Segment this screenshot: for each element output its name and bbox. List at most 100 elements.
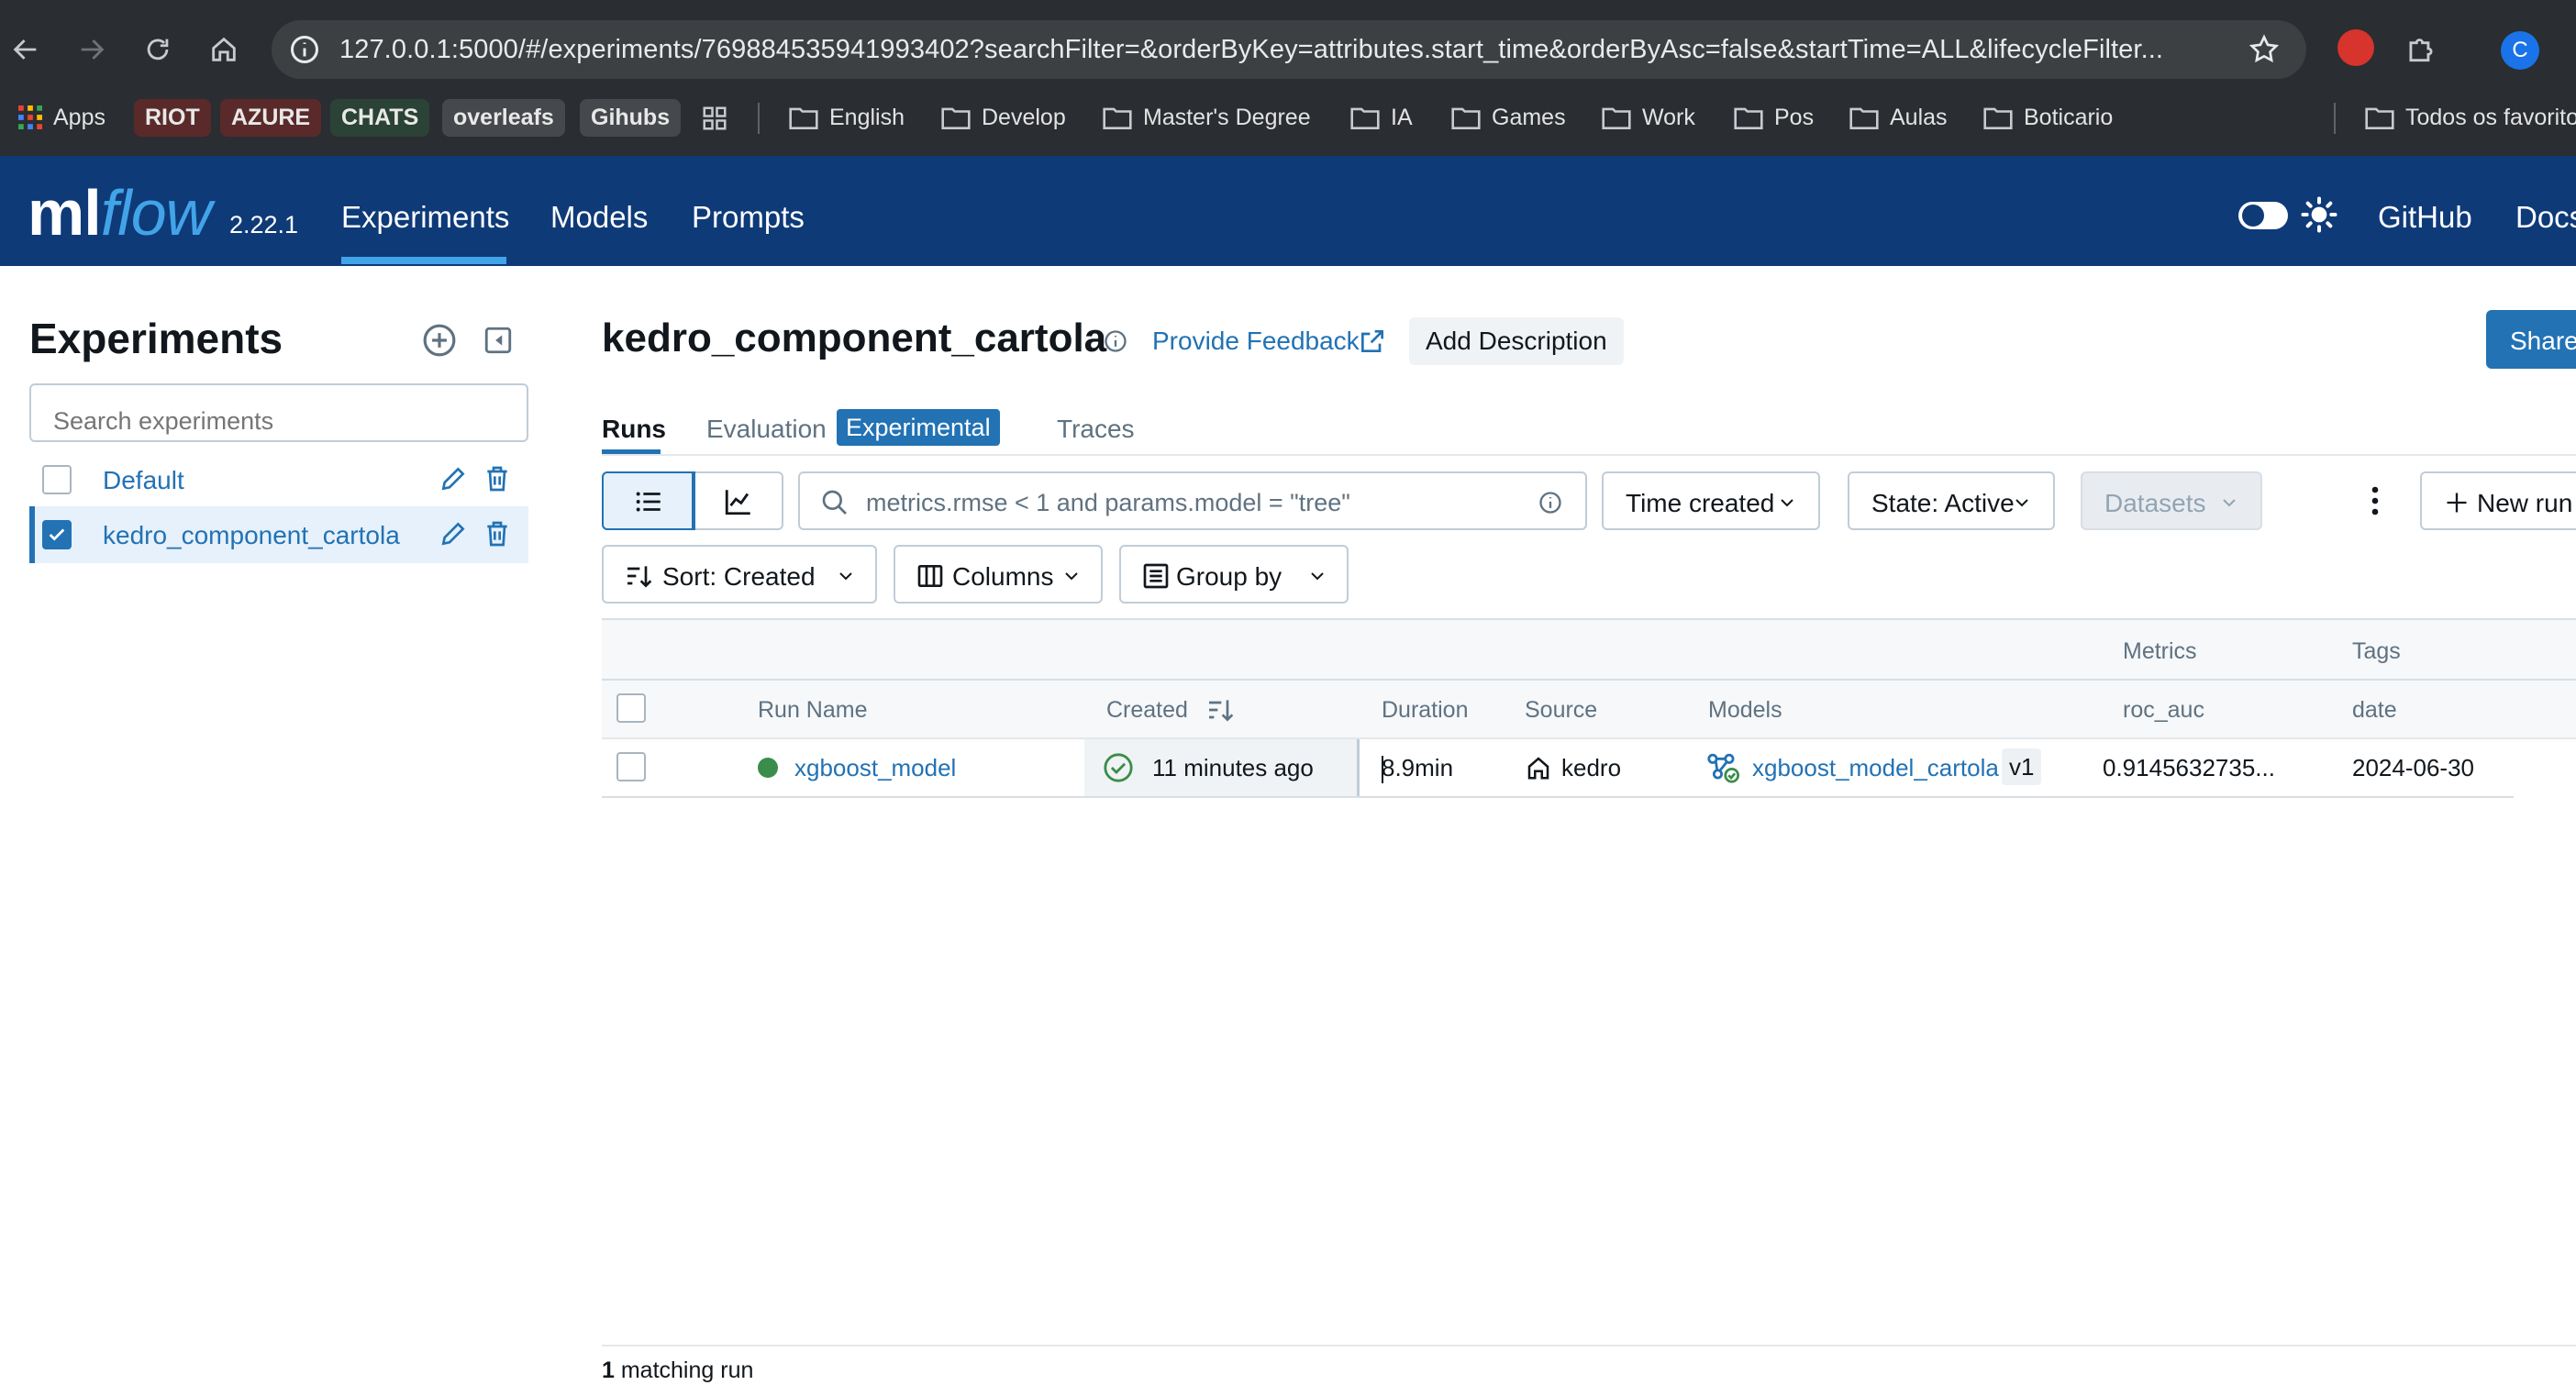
- model-version-badge[interactable]: v1: [2002, 748, 2042, 785]
- bookmark-label: Master's Degree: [1143, 104, 1311, 130]
- bookmark-folder-all[interactable]: Todos os favoritos: [2365, 97, 2576, 138]
- column-header-run-name[interactable]: Run Name: [758, 697, 868, 724]
- dropdown-label: Time created: [1626, 489, 1775, 517]
- dark-mode-toggle[interactable]: [2238, 202, 2288, 229]
- experiment-name[interactable]: kedro_component_cartola: [103, 521, 400, 550]
- bookmark-riot[interactable]: RIOT: [134, 97, 211, 138]
- nav-models[interactable]: Models: [550, 200, 648, 235]
- chevron-down-icon: [1065, 572, 1078, 581]
- add-description-button[interactable]: Add Description: [1409, 317, 1624, 365]
- bookmark-azure[interactable]: AZURE: [220, 97, 322, 138]
- column-header-created[interactable]: Created: [1106, 697, 1188, 724]
- edit-icon[interactable]: [439, 519, 468, 548]
- back-icon[interactable]: [4, 28, 48, 72]
- table-view-button[interactable]: [602, 471, 695, 530]
- profile-avatar[interactable]: C: [2501, 31, 2539, 70]
- folder-icon: [1849, 107, 1879, 129]
- site-info-icon[interactable]: [288, 33, 321, 66]
- nav-experiments[interactable]: Experiments: [341, 200, 509, 235]
- edit-icon[interactable]: [439, 464, 468, 493]
- sort-dropdown[interactable]: Sort: Created: [602, 545, 877, 604]
- new-run-button[interactable]: New run: [2420, 471, 2576, 530]
- share-button[interactable]: Share: [2486, 310, 2576, 369]
- version-label: 2.22.1: [229, 211, 299, 238]
- bookmark-overleafs[interactable]: overleafs: [442, 97, 565, 138]
- delete-icon[interactable]: [483, 519, 512, 548]
- row-divider: [602, 796, 2514, 798]
- mlflow-logo[interactable]: ml flow: [28, 176, 212, 249]
- bookmark-folder-pos[interactable]: Pos: [1734, 97, 1814, 138]
- tab-runs[interactable]: Runs: [602, 415, 666, 444]
- view-mode-toggle: [602, 471, 783, 530]
- chart-view-button[interactable]: [694, 473, 783, 528]
- provide-feedback-link[interactable]: Provide Feedback: [1152, 327, 1360, 356]
- folder-icon: [1734, 107, 1763, 129]
- table-row: xgboost_model 11 minutes ago 8.9min kedr…: [602, 739, 2514, 796]
- group-by-label: Group by: [1176, 562, 1282, 591]
- sort-descending-icon[interactable]: [1205, 695, 1235, 725]
- bookmark-folder-boticario[interactable]: Boticario: [1983, 97, 2113, 138]
- forward-icon[interactable]: [70, 28, 114, 72]
- chevron-down-icon: [1311, 572, 1324, 581]
- experiment-checkbox[interactable]: [42, 465, 72, 494]
- experiment-name[interactable]: Default: [103, 466, 184, 495]
- search-experiments-input[interactable]: [29, 383, 528, 442]
- sidebar-item-kedro-component-cartola[interactable]: kedro_component_cartola: [29, 506, 528, 563]
- bookmark-folder-games[interactable]: Games: [1451, 97, 1566, 138]
- source-value[interactable]: kedro: [1561, 754, 1621, 782]
- bookmark-apps[interactable]: Apps: [18, 97, 105, 138]
- tab-evaluation[interactable]: Evaluation: [706, 415, 827, 444]
- search-help-icon[interactable]: [1538, 490, 1563, 515]
- column-header-source[interactable]: Source: [1525, 697, 1597, 724]
- extensions-puzzle-icon[interactable]: [2404, 31, 2438, 66]
- time-created-dropdown[interactable]: Time created: [1602, 471, 1820, 530]
- folder-icon: [941, 107, 971, 129]
- row-checkbox[interactable]: [616, 752, 646, 781]
- column-header-date[interactable]: date: [2352, 697, 2397, 724]
- external-link-icon[interactable]: [1358, 327, 1387, 356]
- collapse-sidebar-icon[interactable]: [483, 325, 514, 356]
- datasets-dropdown: Datasets: [2081, 471, 2262, 530]
- group-by-dropdown[interactable]: Group by: [1119, 545, 1349, 604]
- bookmark-folder-masters[interactable]: Master's Degree: [1103, 97, 1311, 138]
- bookmark-star-icon[interactable]: [2248, 33, 2281, 66]
- extension-icon[interactable]: [2337, 29, 2374, 66]
- url-text[interactable]: 127.0.0.1:5000/#/experiments/76988453594…: [339, 35, 2229, 65]
- nav-prompts[interactable]: Prompts: [692, 200, 805, 235]
- home-icon[interactable]: [202, 28, 246, 72]
- bookmark-chats[interactable]: CHATS: [330, 97, 430, 138]
- bookmark-gihubs[interactable]: Gihubs: [580, 97, 682, 138]
- run-name-link[interactable]: xgboost_model: [794, 754, 956, 782]
- column-header-duration[interactable]: Duration: [1382, 697, 1469, 724]
- delete-icon[interactable]: [483, 464, 512, 493]
- bookmark-label: Todos os favoritos: [2405, 104, 2576, 130]
- search-query-text: metrics.rmse < 1 and params.model = "tre…: [866, 489, 1350, 516]
- sidebar-item-default[interactable]: Default: [29, 451, 528, 508]
- more-options-icon[interactable]: [2363, 484, 2387, 517]
- column-group-header: Metrics Tags: [602, 620, 2576, 679]
- add-experiment-icon[interactable]: [422, 323, 457, 358]
- bookmark-folder-aulas[interactable]: Aulas: [1849, 97, 1948, 138]
- bookmark-folder-english[interactable]: English: [789, 97, 905, 138]
- url-bar[interactable]: 127.0.0.1:5000/#/experiments/76988453594…: [272, 20, 2306, 79]
- column-header-models[interactable]: Models: [1708, 697, 1782, 724]
- model-link[interactable]: xgboost_model_cartola: [1752, 754, 1999, 782]
- state-filter-dropdown[interactable]: State: Active: [1848, 471, 2055, 530]
- runs-search-input[interactable]: metrics.rmse < 1 and params.model = "tre…: [798, 471, 1587, 530]
- new-run-label: New run: [2477, 489, 2573, 517]
- docs-link[interactable]: Docs: [2515, 200, 2576, 235]
- tab-groups-icon[interactable]: [701, 105, 728, 132]
- toggle-knob: [2242, 205, 2264, 227]
- bookmark-folder-work[interactable]: Work: [1602, 97, 1695, 138]
- bookmark-folder-develop[interactable]: Develop: [941, 97, 1066, 138]
- experiment-checkbox[interactable]: [42, 520, 72, 549]
- bookmark-label: AZURE: [220, 98, 322, 137]
- select-all-checkbox[interactable]: [616, 693, 646, 723]
- bookmark-folder-ia[interactable]: IA: [1350, 97, 1413, 138]
- reload-icon[interactable]: [136, 28, 180, 72]
- github-link[interactable]: GitHub: [2378, 200, 2472, 235]
- columns-dropdown[interactable]: Columns: [894, 545, 1103, 604]
- info-icon[interactable]: [1103, 328, 1128, 354]
- column-header-roc-auc[interactable]: roc_auc: [2123, 697, 2204, 724]
- tab-traces[interactable]: Traces: [1057, 415, 1135, 444]
